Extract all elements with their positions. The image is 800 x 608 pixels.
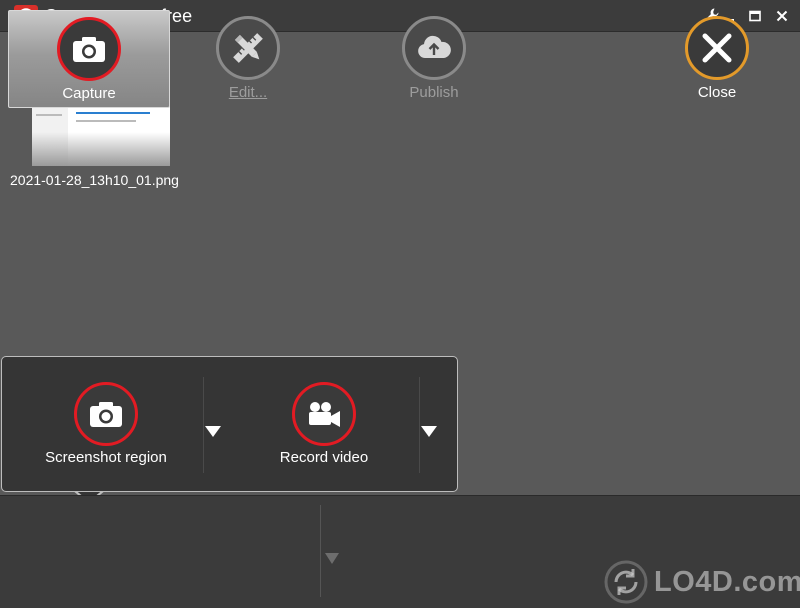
camera-icon (90, 402, 122, 427)
triangle-down-icon (325, 553, 339, 564)
capture-label: Capture (62, 85, 116, 102)
window-close-button[interactable] (769, 4, 795, 28)
screenshot-region-label: Screenshot region (45, 449, 167, 466)
cloud-upload-icon (418, 35, 451, 58)
record-video-button[interactable]: Record video (250, 375, 398, 475)
close-button[interactable]: Close (665, 10, 769, 108)
screenshot-options-dropdown[interactable] (204, 422, 222, 440)
publish-button[interactable]: Publish (382, 10, 486, 108)
capture-popup: Screenshot region Record video (1, 356, 458, 492)
bottom-toolbar (0, 495, 800, 608)
publish-label: Publish (409, 84, 459, 101)
edit-options-dropdown[interactable] (324, 550, 340, 566)
pencil-ruler-icon (233, 33, 263, 63)
close-icon (776, 10, 788, 22)
video-camera-icon (309, 402, 340, 427)
edit-button[interactable]: Edit... (196, 10, 300, 108)
thumbnail-filename: 2021-01-28_13h10_01.png (10, 172, 179, 188)
record-video-label: Record video (279, 449, 369, 466)
video-options-dropdown[interactable] (420, 422, 438, 440)
camera-icon (73, 37, 105, 62)
capture-button[interactable]: Capture (8, 10, 170, 108)
screenshot-region-button[interactable]: Screenshot region (32, 375, 180, 475)
triangle-down-icon (421, 426, 437, 437)
triangle-down-icon (205, 426, 221, 437)
close-icon (702, 33, 732, 63)
edit-label: Edit... (228, 84, 268, 101)
close-label: Close (697, 84, 737, 101)
